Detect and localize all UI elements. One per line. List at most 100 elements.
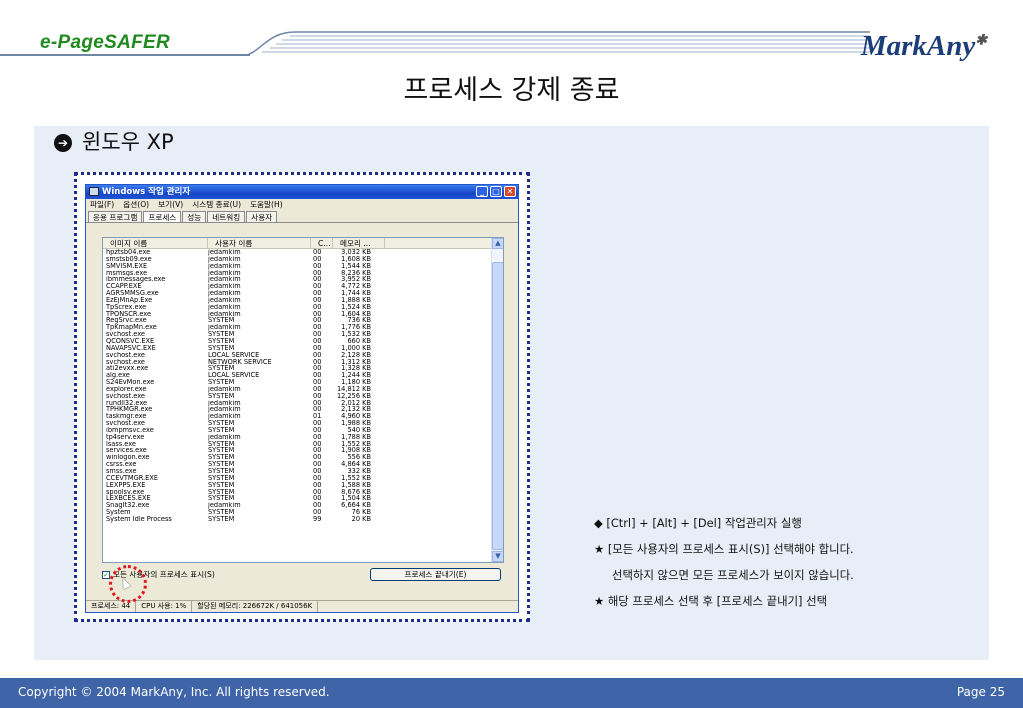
menu-item-shutdown[interactable]: 시스템 종료(U) — [192, 199, 241, 211]
process-image-name: TPHKMGR.exe — [106, 406, 153, 414]
tab-performance[interactable]: 성능 — [182, 211, 207, 222]
column-header-cpu[interactable]: C... — [311, 238, 333, 248]
process-user-name: jedamkim — [208, 276, 241, 284]
process-list-header: 이미지 이름 사용자 이름 C... 메모리 ... — [103, 238, 503, 249]
table-row[interactable]: System SYSTEM 00 76 KB — [103, 509, 503, 516]
table-row[interactable]: hpztsb04.exe jedamkim 00 3,032 KB — [103, 249, 503, 256]
minimize-icon[interactable]: _ — [476, 186, 488, 197]
process-image-name: spoolsv.exe — [106, 488, 145, 496]
process-user-name: SYSTEM — [208, 488, 235, 496]
process-cpu: 00 — [313, 358, 322, 366]
process-user-name: jedamkim — [208, 303, 241, 311]
tab-networking[interactable]: 네트워킹 — [207, 211, 246, 222]
table-row[interactable]: NAVAPSVC.EXE SYSTEM 00 1,000 KB — [103, 345, 503, 352]
table-row[interactable]: svchost.exe SYSTEM 00 12,256 KB — [103, 393, 503, 400]
table-row[interactable]: System Idle Process SYSTEM 99 20 KB — [103, 516, 503, 523]
process-memory: 76 KB — [351, 509, 371, 516]
table-row[interactable]: EzEjMnAp.Exe jedamkim 00 1,888 KB — [103, 297, 503, 304]
table-row[interactable]: svchost.exe LOCAL SERVICE 00 2,128 KB — [103, 352, 503, 359]
table-row[interactable]: TPONSCR.exe jedamkim 00 1,604 KB — [103, 311, 503, 318]
process-user-name: SYSTEM — [208, 337, 235, 345]
tab-users[interactable]: 사용자 — [246, 211, 278, 222]
process-cpu: 00 — [313, 426, 322, 434]
show-all-users-checkbox[interactable]: ✓ — [102, 570, 110, 579]
table-row[interactable]: csrss.exe SYSTEM 00 4,864 KB — [103, 461, 503, 468]
table-row[interactable]: explorer.exe jedamkim 00 14,812 KB — [103, 386, 503, 393]
table-row[interactable]: msmsgs.exe jedamkim 00 8,236 KB — [103, 270, 503, 277]
table-row[interactable]: smss.exe SYSTEM 00 332 KB — [103, 468, 503, 475]
process-image-name: svchost.exe — [106, 351, 145, 359]
end-process-button[interactable]: 프로세스 끝내기(E) — [370, 568, 501, 581]
table-row[interactable]: svchost.exe NETWORK SERVICE 00 1,312 KB — [103, 359, 503, 366]
column-header-user-name[interactable]: 사용자 이름 — [208, 238, 311, 248]
process-memory: 1,552 KB — [341, 440, 371, 448]
table-row[interactable]: TPHKMGR.exe jedamkim 00 2,132 KB — [103, 406, 503, 413]
menu-item-options[interactable]: 옵션(O) — [123, 199, 149, 211]
table-row[interactable]: services.exe SYSTEM 00 1,908 KB — [103, 447, 503, 454]
table-row[interactable]: CCEVTMGR.EXE SYSTEM 00 1,552 KB — [103, 475, 503, 482]
column-header-image-name[interactable]: 이미지 이름 — [103, 238, 208, 248]
table-row[interactable]: winlogon.exe SYSTEM 00 556 KB — [103, 454, 503, 461]
screenshot-frame: Windows 작업 관리자 _ □ ✕ 파일(F) 옵션(O) 보기(V) 시… — [74, 172, 530, 622]
table-row[interactable]: TpScrex.exe jedamkim 00 1,524 KB — [103, 304, 503, 311]
page-title: 프로세스 강제 종료 — [403, 75, 620, 106]
scroll-down-icon[interactable]: ▼ — [492, 551, 503, 562]
table-row[interactable]: RegSrvc.exe SYSTEM 00 736 KB — [103, 317, 503, 324]
table-row[interactable]: ibmpmsvc.exe SYSTEM 00 540 KB — [103, 427, 503, 434]
table-row[interactable]: ati2evxx.exe SYSTEM 00 1,328 KB — [103, 365, 503, 372]
process-memory: 1,744 KB — [341, 290, 371, 297]
process-list[interactable]: 이미지 이름 사용자 이름 C... 메모리 ... hpztsb04.exe j… — [102, 237, 504, 563]
window-titlebar[interactable]: Windows 작업 관리자 _ □ ✕ — [86, 185, 518, 199]
process-cpu: 00 — [313, 502, 322, 510]
tab-processes[interactable]: 프로세스 — [143, 211, 182, 222]
scroll-up-icon[interactable]: ▲ — [492, 238, 503, 249]
table-row[interactable]: ibmmessages.exe jedamkim 00 3,952 KB — [103, 276, 503, 283]
tab-applications[interactable]: 응용 프로그램 — [88, 211, 143, 222]
process-cpu: 00 — [313, 392, 322, 400]
table-row[interactable]: QCONSVC.EXE SYSTEM 00 660 KB — [103, 338, 503, 345]
process-cpu: 00 — [313, 433, 322, 441]
table-row[interactable]: tp4serv.exe jedamkim 00 1,788 KB — [103, 434, 503, 441]
table-row[interactable]: taskmgr.exe jedamkim 01 4,960 KB — [103, 413, 503, 420]
process-image-name: SnagIt32.exe — [106, 502, 150, 510]
table-row[interactable]: svchost.exe SYSTEM 00 1,532 KB — [103, 331, 503, 338]
table-row[interactable]: SMVISM.EXE jedamkim 00 1,544 KB — [103, 263, 503, 270]
menu-item-view[interactable]: 보기(V) — [158, 199, 183, 211]
section-heading: ➔ 윈도우 XP — [54, 126, 174, 156]
table-row[interactable]: AGRSMMSG.exe jedamkim 00 1,744 KB — [103, 290, 503, 297]
close-icon[interactable]: ✕ — [504, 186, 516, 197]
table-row[interactable]: LEXPPS.EXE SYSTEM 00 1,588 KB — [103, 482, 503, 489]
process-image-name: CCEVTMGR.EXE — [106, 474, 159, 482]
process-cpu: 00 — [313, 440, 322, 448]
process-user-name: SYSTEM — [208, 474, 235, 482]
process-cpu: 00 — [313, 365, 322, 373]
process-memory: 1,888 KB — [341, 296, 371, 304]
process-image-name: smss.exe — [106, 468, 137, 475]
table-row[interactable]: rundll32.exe jedamkim 00 2,012 KB — [103, 400, 503, 407]
table-row[interactable]: spoolsv.exe SYSTEM 00 8,676 KB — [103, 489, 503, 496]
process-image-name: svchost.exe — [106, 331, 145, 338]
table-row[interactable]: LEXBCES.EXE SYSTEM 00 1,504 KB — [103, 495, 503, 502]
table-row[interactable]: TpKmapMn.exe jedamkim 00 1,776 KB — [103, 324, 503, 331]
table-row[interactable]: svchost.exe SYSTEM 00 1,988 KB — [103, 420, 503, 427]
process-cpu: 99 — [313, 515, 322, 523]
vertical-scrollbar[interactable]: ▲ ▼ — [491, 238, 503, 562]
process-user-name: jedamkim — [208, 262, 241, 270]
table-row[interactable]: lsass.exe SYSTEM 00 1,552 KB — [103, 441, 503, 448]
table-row[interactable]: alg.exe LOCAL SERVICE 00 1,244 KB — [103, 372, 503, 379]
table-row[interactable]: SnagIt32.exe jedamkim 00 6,664 KB — [103, 502, 503, 509]
process-image-name: RegSrvc.exe — [106, 317, 147, 325]
process-cpu: 00 — [313, 262, 322, 270]
process-user-name: SYSTEM — [208, 509, 235, 516]
maximize-icon[interactable]: □ — [490, 186, 502, 197]
table-row[interactable]: CCAPP.EXE jedamkim 00 4,772 KB — [103, 283, 503, 290]
scroll-thumb[interactable] — [492, 262, 503, 550]
table-row[interactable]: S24EvMon.exe SYSTEM 00 1,180 KB — [103, 379, 503, 386]
process-memory: 3,032 KB — [341, 249, 371, 256]
menu-item-file[interactable]: 파일(F) — [90, 199, 114, 211]
brand-left-text: e-PageSAFER — [40, 32, 171, 53]
status-cpu-usage: CPU 사용: 1% — [136, 601, 193, 612]
column-header-memory[interactable]: 메모리 ... — [333, 238, 385, 248]
table-row[interactable]: smstsb09.exe jedamkim 00 1,608 KB — [103, 256, 503, 263]
menu-item-help[interactable]: 도움말(H) — [250, 199, 283, 211]
